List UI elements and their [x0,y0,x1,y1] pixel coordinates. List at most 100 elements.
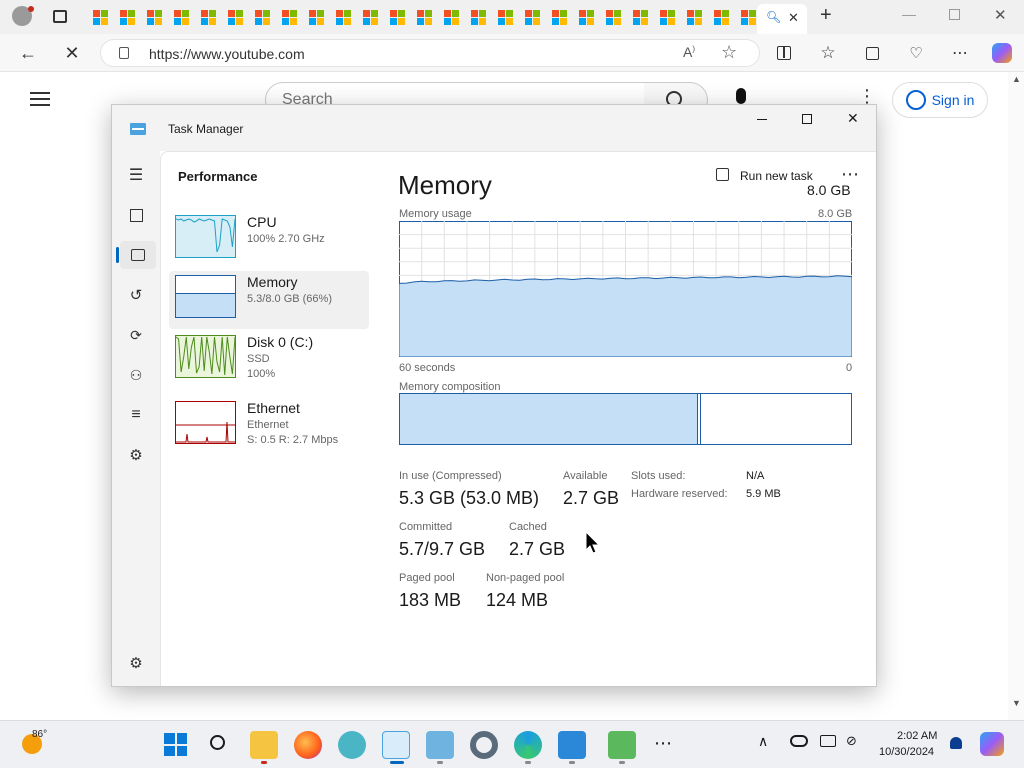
favorite-star-icon[interactable]: ☆ [721,42,737,63]
notepad-icon[interactable] [558,731,586,759]
collections-icon[interactable] [858,39,886,67]
start-button[interactable] [162,731,190,759]
firefox-icon[interactable] [294,731,322,759]
resource-cpu[interactable]: CPU 100% 2.70 GHz [169,211,369,269]
tab-favicon-icon[interactable] [174,10,189,25]
tab-favicon-icon[interactable] [660,10,675,25]
weather-temp[interactable]: 86° [32,729,47,740]
resource-disk[interactable]: Disk 0 (C:) SSD 100% [169,331,369,389]
edge-icon[interactable] [514,731,542,759]
more-options-icon[interactable]: ⋯ [946,39,974,67]
search-icon[interactable] [206,731,234,759]
scroll-up-arrow-icon[interactable]: ▲ [1012,74,1021,84]
resource-ethernet[interactable]: Ethernet Ethernet S: 0.5 R: 2.7 Mbps [169,397,369,455]
resource-stat: 100% [247,368,276,380]
tab-actions-icon[interactable] [53,10,67,23]
stop-loading-icon[interactable]: ✕ [58,39,86,67]
remote-desktop-icon[interactable] [426,731,454,759]
copilot-icon[interactable] [988,39,1016,67]
tab-favicon-icon[interactable] [201,10,216,25]
tm-maximize-icon[interactable] [802,114,812,124]
users-icon[interactable]: ⚇ [122,361,150,389]
read-aloud-icon[interactable]: A) [683,44,695,60]
sign-in-label: Sign in [931,92,975,108]
show-hidden-icons-icon[interactable]: ∧ [758,733,768,750]
page-scrollbar[interactable]: ▲ ▼ [1008,72,1024,720]
processes-icon[interactable] [122,201,150,229]
tab-favicon-icon[interactable] [741,10,756,25]
tab-favicon-icon[interactable] [687,10,702,25]
tab-favicon-icon[interactable] [417,10,432,25]
scroll-down-arrow-icon[interactable]: ▼ [1012,698,1021,708]
youtube-sign-in-button[interactable]: Sign in [892,82,988,118]
browser-tab-bar: 🔍︎ ✕ + — ✕ [0,0,1024,34]
disk-cleanup-icon[interactable] [608,731,636,759]
hardware-reserved-label: Hardware reserved: [631,488,728,500]
performance-icon[interactable] [120,241,156,269]
network-status-icon[interactable] [820,735,836,747]
clock-time[interactable]: 2:02 AM [897,730,937,742]
tab-favicon-icon[interactable] [93,10,108,25]
tab-favicon-icon[interactable] [255,10,270,25]
copilot-pre-icon[interactable] [980,732,1004,756]
back-arrow-icon[interactable]: ← [14,39,42,67]
tab-favicon-icon[interactable] [714,10,729,25]
task-manager-sidebar: ☰ ↺ ⟳ ⚇ ≡ ⚙ ⚙ [112,151,160,686]
hamburger-menu-icon[interactable]: ☰ [122,161,150,189]
url-bar[interactable]: https://www.youtube.com A) ☆ [100,39,760,67]
split-screen-icon[interactable] [770,39,798,67]
tab-favicon-icon[interactable] [633,10,648,25]
close-window-icon[interactable]: ✕ [994,6,1007,24]
youtube-menu-icon[interactable] [30,92,50,106]
tab-favicon-icon[interactable] [444,10,459,25]
clock-date[interactable]: 10/30/2024 [879,746,934,758]
tab-favicon-icon[interactable] [309,10,324,25]
task-manager-taskbar-icon[interactable] [382,731,410,759]
running-indicator [569,761,575,764]
tab-favicon-icon[interactable] [606,10,621,25]
tab-favicon-icon[interactable] [228,10,243,25]
cloud-sync-icon[interactable] [790,735,808,747]
notification-bell-icon[interactable] [950,737,962,749]
url-text[interactable]: https://www.youtube.com [149,46,305,62]
minimize-window-icon[interactable]: — [902,6,916,22]
startup-apps-icon[interactable]: ⟳ [122,321,150,349]
tab-favicon-icon[interactable] [282,10,297,25]
close-tab-icon[interactable]: ✕ [788,10,799,26]
tab-favicon-icon[interactable] [498,10,513,25]
settings-gear-icon[interactable] [470,731,498,759]
tab-favicon-icon[interactable] [363,10,378,25]
cached-value: 2.7 GB [509,539,566,559]
network-globe-icon[interactable] [338,731,366,759]
tm-close-icon[interactable]: ✕ [847,110,859,127]
resource-stat: Ethernet [247,419,289,431]
task-manager-titlebar[interactable]: Task Manager ✕ [112,105,876,151]
resource-stat: S: 0.5 R: 2.7 Mbps [247,434,339,446]
tab-favicon-icon[interactable] [579,10,594,25]
tab-favicon-icon[interactable] [525,10,540,25]
tab-favicon-icon[interactable] [336,10,351,25]
browser-essentials-icon[interactable]: ♡ [902,39,930,67]
tab-favicon-icon[interactable] [390,10,405,25]
more-apps-icon[interactable]: ⋯ [654,733,672,754]
tm-minimize-icon[interactable] [757,119,767,120]
favorites-icon[interactable]: ☆ [814,39,842,67]
microphone-icon[interactable] [736,88,746,104]
resource-memory[interactable]: Memory 5.3/8.0 GB (66%) [169,271,369,329]
slots-used-label: Slots used: [631,470,686,482]
details-icon[interactable]: ≡ [122,401,150,429]
services-icon[interactable]: ⚙ [122,441,150,469]
tab-favicon-icon[interactable] [552,10,567,25]
search-tab-icon: 🔍︎ [766,10,782,24]
new-tab-icon[interactable]: + [820,4,832,27]
tab-favicon-icon[interactable] [147,10,162,25]
windows-taskbar: 86° ⋯ ∧ ⊘ 2:02 AM 10/30/2024 [0,720,1024,768]
app-history-icon[interactable]: ↺ [122,281,150,309]
restore-window-icon[interactable] [949,9,960,20]
volume-muted-icon[interactable]: ⊘ [846,733,857,749]
active-tab[interactable]: 🔍︎ ✕ [757,4,807,34]
tab-favicon-icon[interactable] [471,10,486,25]
file-explorer-icon[interactable] [250,731,278,759]
settings-icon[interactable]: ⚙ [122,649,150,677]
tab-favicon-icon[interactable] [120,10,135,25]
